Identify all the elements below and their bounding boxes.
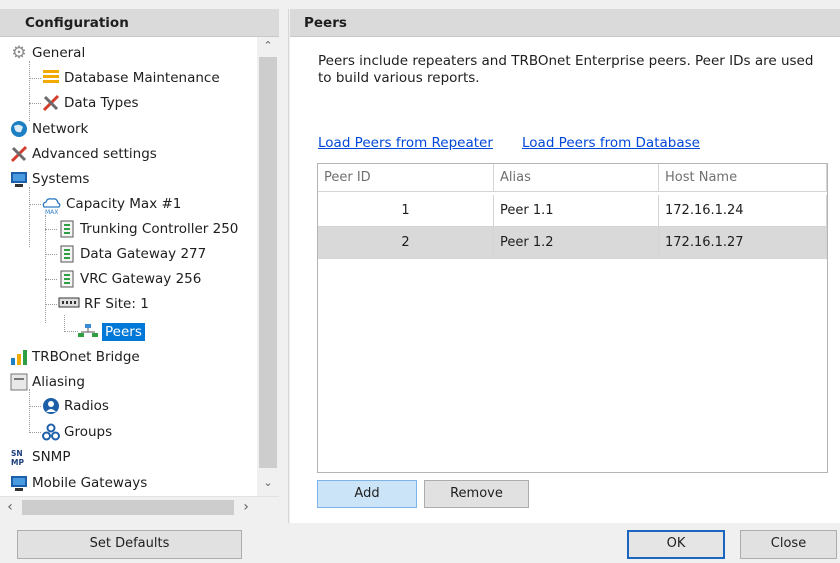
- svg-text:SN: SN: [11, 449, 23, 458]
- tree-item-database-maintenance[interactable]: Database Maintenance: [42, 66, 220, 90]
- tree-item-mobile-gateways[interactable]: Mobile Gateways: [10, 471, 147, 495]
- globe-icon: [10, 120, 28, 138]
- tree-horizontal-scrollbar[interactable]: ‹ ›: [0, 496, 279, 518]
- column-header-alias[interactable]: Alias: [494, 164, 659, 192]
- svg-text:MP: MP: [11, 458, 24, 466]
- wrench-icon: [42, 94, 60, 112]
- server-icon: [58, 220, 76, 238]
- tree-item-groups[interactable]: Groups: [42, 420, 112, 444]
- tree-item-advanced-settings[interactable]: Advanced settings: [10, 142, 157, 166]
- configuration-header: Configuration: [0, 9, 279, 37]
- close-button[interactable]: Close: [740, 530, 837, 559]
- rack-icon: [58, 295, 80, 313]
- tree-item-radios[interactable]: Radios: [42, 394, 109, 418]
- computer-icon: [10, 170, 28, 188]
- tree-vertical-scrollbar[interactable]: ⌃ ⌄: [257, 37, 279, 496]
- svg-text:MAX: MAX: [45, 209, 58, 215]
- table-row[interactable]: 1 Peer 1.1 172.16.1.24: [318, 195, 827, 227]
- peers-description: Peers include repeaters and TRBOnet Ente…: [318, 53, 814, 86]
- column-header-peer-id[interactable]: Peer ID: [318, 164, 494, 192]
- cell-host-name[interactable]: 172.16.1.24: [659, 195, 827, 227]
- tree-item-peers[interactable]: Peers: [78, 320, 145, 344]
- tree-item-aliasing[interactable]: Aliasing: [10, 370, 85, 394]
- remove-button[interactable]: Remove: [424, 480, 529, 508]
- scroll-left-icon[interactable]: ‹: [0, 499, 20, 515]
- tree-item-general[interactable]: ⚙ General: [10, 41, 85, 65]
- table-row[interactable]: 2 Peer 1.2 172.16.1.27: [318, 227, 827, 259]
- tree-item-data-gateway[interactable]: Data Gateway 277: [58, 242, 206, 266]
- load-peers-from-database-link[interactable]: Load Peers from Database: [522, 135, 700, 151]
- tree-item-rf-site[interactable]: RF Site: 1: [58, 292, 149, 316]
- peers-table[interactable]: Peer ID Alias Host Name 1 Peer 1.1 172.1…: [317, 163, 828, 473]
- peers-panel: Peers include repeaters and TRBOnet Ente…: [290, 37, 840, 523]
- tree-item-trunking-controller[interactable]: Trunking Controller 250: [58, 217, 238, 241]
- group-icon: [42, 423, 60, 441]
- set-defaults-button[interactable]: Set Defaults: [17, 530, 242, 559]
- tree-item-systems[interactable]: Systems: [10, 167, 89, 191]
- cell-alias[interactable]: Peer 1.2: [494, 227, 659, 259]
- tree-item-capacity-max[interactable]: MAX Capacity Max #1: [40, 192, 181, 216]
- tools-icon: [10, 145, 28, 163]
- scroll-up-icon[interactable]: ⌃: [257, 39, 279, 57]
- tree-item-trbonet-bridge[interactable]: TRBOnet Bridge: [10, 345, 140, 369]
- scroll-down-icon[interactable]: ⌄: [257, 476, 279, 494]
- tree-item-snmp[interactable]: SN MP SNMP: [10, 445, 70, 469]
- cloud-max-icon: MAX: [40, 195, 62, 216]
- horizontal-scroll-thumb[interactable]: [22, 500, 234, 515]
- bars-icon: [10, 348, 28, 366]
- panel-splitter[interactable]: [279, 9, 289, 523]
- server-icon: [58, 245, 76, 263]
- cell-alias[interactable]: Peer 1.1: [494, 195, 659, 227]
- load-peers-from-repeater-link[interactable]: Load Peers from Repeater: [318, 135, 493, 151]
- cell-host-name[interactable]: 172.16.1.27: [659, 227, 827, 259]
- table-header-row: Peer ID Alias Host Name: [318, 164, 827, 196]
- tree-item-data-types[interactable]: Data Types: [42, 91, 139, 115]
- cell-peer-id[interactable]: 2: [318, 227, 494, 259]
- tree-item-network[interactable]: Network: [10, 117, 88, 141]
- user-icon: [42, 397, 60, 415]
- peers-title: Peers: [304, 15, 347, 31]
- gear-icon: ⚙: [11, 43, 27, 63]
- peers-header: Peers: [290, 9, 840, 37]
- column-header-host-name[interactable]: Host Name: [659, 164, 827, 192]
- monitor-icon: [10, 474, 28, 492]
- ok-button[interactable]: OK: [627, 530, 725, 559]
- add-button[interactable]: Add: [317, 480, 417, 508]
- scroll-right-icon[interactable]: ›: [236, 499, 256, 515]
- snmp-icon: SN MP: [10, 448, 28, 467]
- network-icon: [78, 323, 98, 341]
- server-icon: [58, 270, 76, 288]
- cell-peer-id[interactable]: 1: [318, 195, 494, 227]
- tree-item-vrc-gateway[interactable]: VRC Gateway 256: [58, 267, 201, 291]
- document-icon: [10, 373, 28, 391]
- vertical-scroll-thumb[interactable]: [259, 57, 277, 468]
- configuration-title: Configuration: [25, 15, 129, 31]
- database-icon: [42, 69, 60, 87]
- configuration-tree[interactable]: ⚙ General Database Maintenance Data Types…: [0, 37, 265, 496]
